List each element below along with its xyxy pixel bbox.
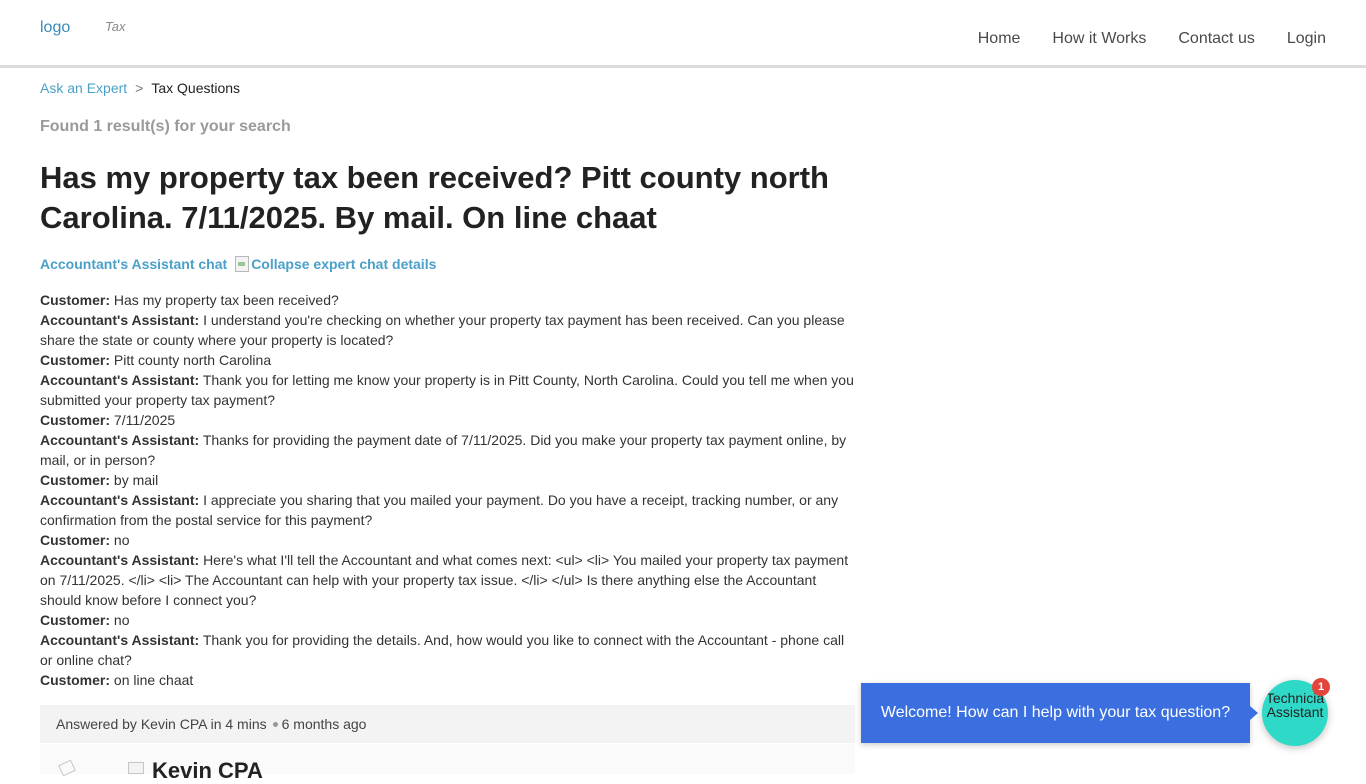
transcript-line: Customer: on line chaat — [40, 670, 860, 690]
site-header: logo Tax Home How it Works Contact us Lo… — [0, 0, 1366, 68]
speaker-label: Customer: — [40, 352, 111, 368]
message-text: on line chaat — [113, 672, 194, 688]
bullet-dot-icon — [272, 721, 278, 727]
logo-image[interactable]: logo — [40, 19, 70, 37]
transcript-line: Accountant's Assistant: Thanks for provi… — [40, 430, 860, 470]
speaker-label: Customer: — [40, 672, 111, 688]
breadcrumb-ask-an-expert[interactable]: Ask an Expert — [40, 80, 127, 96]
nav-contact-us[interactable]: Contact us — [1178, 30, 1254, 48]
transcript-line: Accountant's Assistant: Here's what I'll… — [40, 550, 860, 610]
transcript-line: Accountant's Assistant: I understand you… — [40, 310, 860, 350]
answered-by-text: Answered by Kevin CPA in 4 mins — [56, 716, 267, 732]
logo[interactable]: logo — [40, 19, 70, 37]
speaker-label: Customer: — [40, 292, 111, 308]
breadcrumb-current: Tax Questions — [151, 80, 241, 96]
message-text: no — [113, 612, 130, 628]
logo-alt-text[interactable]: logo — [40, 19, 70, 37]
logo-subtitle: Tax — [105, 19, 126, 34]
transcript-line: Customer: no — [40, 530, 860, 550]
bubble-pointer — [1250, 706, 1258, 720]
transcript-line: Customer: Has my property tax been recei… — [40, 290, 860, 310]
transcript-line: Customer: 7/11/2025 — [40, 410, 860, 430]
nav-login[interactable]: Login — [1287, 30, 1326, 48]
expert-profile: Kevin CPA — [40, 744, 855, 783]
broken-image-icon — [235, 256, 250, 272]
message-text: Pitt county north Carolina — [113, 352, 272, 368]
speaker-label: Accountant's Assistant: — [40, 312, 200, 328]
search-result-count: Found 1 result(s) for your search — [40, 118, 291, 135]
breadcrumb: Ask an Expert > Tax Questions — [40, 80, 240, 96]
message-text: by mail — [113, 472, 159, 488]
welcome-chat-bubble[interactable]: Welcome! How can I help with your tax qu… — [861, 683, 1250, 743]
speaker-label: Accountant's Assistant: — [40, 552, 200, 568]
broken-image-icon — [128, 762, 144, 774]
message-text: Has my property tax been received? — [113, 292, 339, 308]
speaker-label: Customer: — [40, 472, 111, 488]
transcript-line: Customer: Pitt county north Carolina — [40, 350, 860, 370]
speaker-label: Customer: — [40, 412, 111, 428]
transcript-line: Accountant's Assistant: Thank you for le… — [40, 370, 860, 410]
speaker-label: Accountant's Assistant: — [40, 492, 200, 508]
speaker-label: Accountant's Assistant: — [40, 432, 200, 448]
chevron-right-icon: > — [135, 80, 144, 96]
question-title: Has my property tax been received? Pitt … — [40, 160, 829, 235]
transcript-line: Accountant's Assistant: I appreciate you… — [40, 490, 860, 530]
expert-name[interactable]: Kevin CPA — [152, 758, 263, 784]
notification-badge: 1 — [1312, 678, 1330, 696]
transcript-line: Customer: by mail — [40, 470, 860, 490]
message-text: 7/11/2025 — [113, 412, 176, 428]
transcript-line: Accountant's Assistant: Thank you for pr… — [40, 630, 860, 670]
chat-transcript: Customer: Has my property tax been recei… — [40, 290, 860, 690]
expert-avatar-broken-icon — [58, 759, 76, 777]
main-nav: Home How it Works Contact us Login — [978, 30, 1326, 48]
answer-age: 6 months ago — [281, 716, 367, 732]
nav-how-it-works[interactable]: How it Works — [1052, 30, 1146, 48]
chat-heading-link[interactable]: Accountant's Assistant chat — [40, 256, 227, 272]
transcript-line: Customer: no — [40, 610, 860, 630]
collapse-chat-label[interactable]: Collapse expert chat details — [251, 256, 436, 272]
speaker-label: Customer: — [40, 532, 111, 548]
assistant-label-line2: Assistant — [1266, 704, 1324, 720]
chat-header: Accountant's Assistant chat Collapse exp… — [40, 256, 436, 272]
message-text: no — [113, 532, 130, 548]
speaker-label: Accountant's Assistant: — [40, 632, 200, 648]
collapse-chat-toggle[interactable]: Collapse expert chat details — [235, 256, 436, 272]
nav-home[interactable]: Home — [978, 30, 1021, 48]
speaker-label: Customer: — [40, 612, 111, 628]
speaker-label: Accountant's Assistant: — [40, 372, 200, 388]
answered-by-bar: Answered by Kevin CPA in 4 mins 6 months… — [40, 705, 855, 743]
